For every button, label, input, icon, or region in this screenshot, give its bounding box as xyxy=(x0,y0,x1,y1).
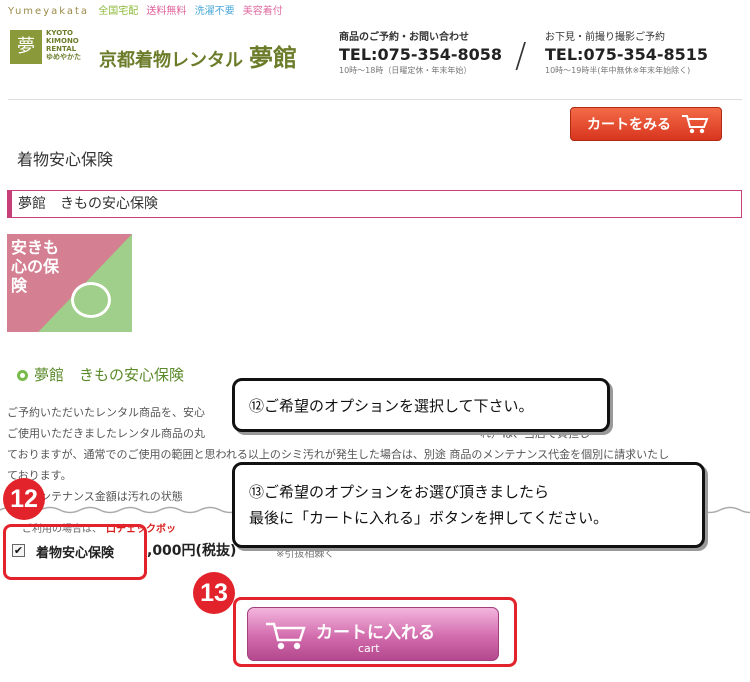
image-motif xyxy=(71,282,111,318)
header-divider xyxy=(8,99,742,100)
option-highlight-frame xyxy=(3,524,147,580)
contact-label: お下見・前撮り撮影ご予約 xyxy=(545,32,665,43)
divider-slash: / xyxy=(515,36,527,76)
logo-sub: KYOTO KIMONO RENTAL ゆめやかた xyxy=(46,29,81,61)
contact-label: 商品のご予約・お問い合わせ xyxy=(339,32,469,43)
product-image-text: 安きも心の保険 xyxy=(11,238,60,295)
option-price: ,000円(税抜) xyxy=(147,543,237,559)
product-image: 安きも心の保険 xyxy=(7,234,132,332)
tag-delivery: 全国宅配 xyxy=(98,6,139,17)
sub-heading: 夢館 きもの安心保険 xyxy=(17,364,184,385)
tag-free-shipping: 送料無料 xyxy=(146,6,187,17)
logo-name-text: 京都着物レンタル xyxy=(99,50,243,71)
cart-icon xyxy=(266,622,306,650)
section-title: 夢館 きもの安心保険 xyxy=(7,190,742,218)
cart-icon xyxy=(682,115,709,134)
callout-text: 最後に「カートに入れる」ボタンを押してください。 xyxy=(249,509,609,527)
bullet-ring-icon xyxy=(17,370,28,381)
add-to-cart-button[interactable]: カートに入れる cart xyxy=(247,607,499,661)
logo-name[interactable]: 京都着物レンタル 夢館 xyxy=(99,38,297,73)
header-tagline: Yumeyakata 全国宅配 送料無料 洗濯不要 美容着付 xyxy=(8,2,283,17)
contact-tel[interactable]: TEL:075-354-8058 xyxy=(339,45,502,64)
step-badge-13: 13 xyxy=(193,572,235,614)
logo-sub-line: KYOTO xyxy=(46,29,73,37)
logo-sub-line: RENTAL xyxy=(46,45,77,53)
logo-mark[interactable]: 夢 xyxy=(10,30,42,64)
view-cart-label: カートをみる xyxy=(587,117,671,133)
tag-dressing: 美容着付 xyxy=(242,6,283,17)
sub-heading-text: 夢館 きもの安心保険 xyxy=(34,366,185,384)
view-cart-button[interactable]: カートをみる xyxy=(570,107,722,141)
add-to-cart-label: カートに入れる xyxy=(316,623,435,643)
logo-sub-line: ゆめやかた xyxy=(46,53,81,61)
contact-tel[interactable]: TEL:075-354-8515 xyxy=(545,45,708,64)
contact-hours: 10時〜18時（日曜定休・年末年始） xyxy=(339,66,472,75)
brand-roman: Yumeyakata xyxy=(8,6,90,17)
contact-reservation: 商品のご予約・お問い合わせ TEL:075-354-8058 10時〜18時（日… xyxy=(339,28,502,76)
step-badge-12: 12 xyxy=(3,478,45,520)
contact-hours: 10時〜19時半(年中無休※年末年始除く) xyxy=(545,66,691,75)
contact-preview: お下見・前撮り撮影ご予約 TEL:075-354-8515 10時〜19時半(年… xyxy=(545,28,708,76)
tag-no-wash: 洗濯不要 xyxy=(194,6,235,17)
logo-name-kanji: 夢館 xyxy=(249,43,297,72)
callout-step-13: ⑬ご希望のオプションをお選び頂きましたら 最後に「カートに入れる」ボタンを押して… xyxy=(232,462,705,548)
add-to-cart-sub: cart xyxy=(358,642,380,655)
callout-text: ⑫ご希望のオプションを選択して下さい。 xyxy=(249,397,534,415)
page-title: 着物安心保険 xyxy=(17,150,114,169)
callout-text: ⑬ご希望のオプションをお選び頂きましたら xyxy=(249,483,550,501)
callout-step-12: ⑫ご希望のオプションを選択して下さい。 xyxy=(232,378,610,432)
logo-sub-line: KIMONO xyxy=(46,37,79,45)
